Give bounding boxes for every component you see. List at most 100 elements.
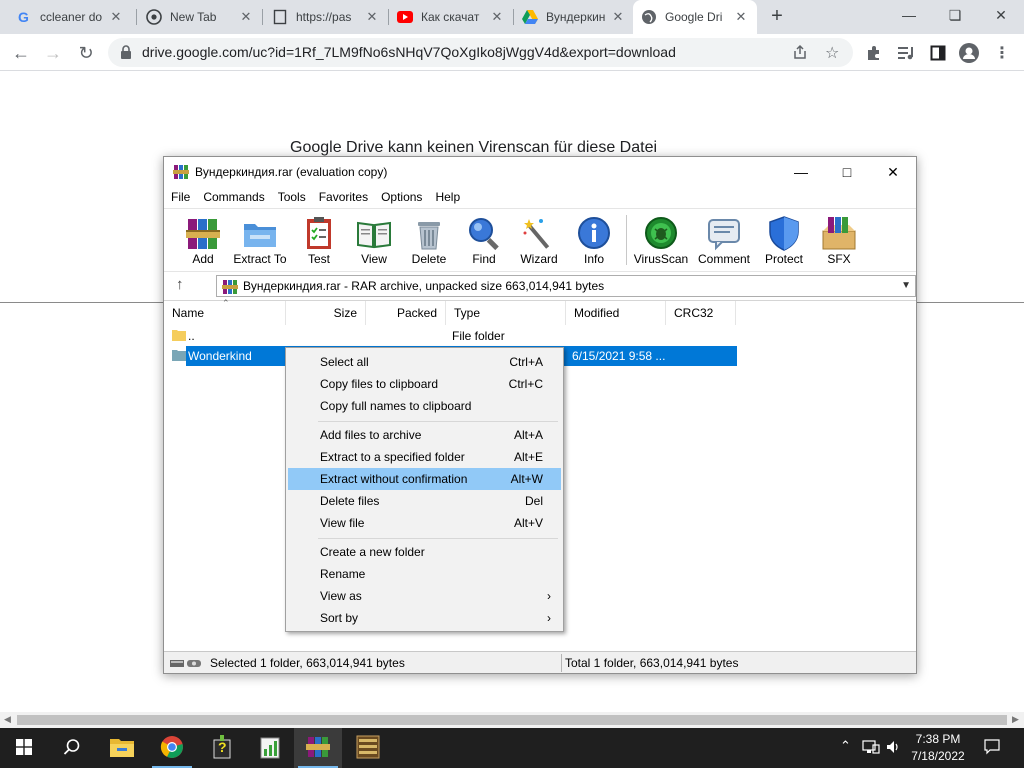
menu-item-select-all[interactable]: Select all Ctrl+A bbox=[288, 351, 561, 373]
virusscan-button[interactable]: VirusScan bbox=[633, 211, 689, 269]
column-header-modified[interactable]: Modified bbox=[566, 301, 666, 325]
menu-item-extract-to-folder[interactable]: Extract to a specified folder Alt+E bbox=[288, 446, 561, 468]
tool-label: Find bbox=[472, 252, 496, 266]
menu-item-delete-files[interactable]: Delete files Del bbox=[288, 490, 561, 512]
close-tab-icon[interactable]: ✕ bbox=[733, 9, 749, 25]
winrar-minimize-icon[interactable]: — bbox=[778, 157, 824, 187]
close-tab-icon[interactable]: ✕ bbox=[108, 9, 124, 25]
new-tab-button[interactable]: + bbox=[766, 6, 788, 28]
taskbar-chrome[interactable] bbox=[148, 728, 196, 768]
browser-tab-3[interactable]: https://pas ✕ bbox=[264, 0, 388, 34]
column-header-size[interactable]: Size bbox=[286, 301, 366, 325]
address-bar[interactable]: drive.google.com/uc?id=1Rf_7LM9fNo6sNHqV… bbox=[108, 38, 853, 67]
close-window-icon[interactable]: ✕ bbox=[978, 0, 1024, 30]
taskbar-app-chart[interactable] bbox=[246, 728, 294, 768]
browser-tab-6-active[interactable]: Google Dri ✕ bbox=[633, 0, 757, 34]
menu-item-add-files[interactable]: Add files to archive Alt+A bbox=[288, 424, 561, 446]
taskbar-file-explorer[interactable] bbox=[98, 728, 146, 768]
column-header-type[interactable]: Type bbox=[446, 301, 566, 325]
close-tab-icon[interactable]: ✕ bbox=[238, 9, 254, 25]
menu-item-rename[interactable]: Rename bbox=[288, 563, 561, 585]
add-button[interactable]: Add bbox=[175, 211, 231, 269]
sfx-button[interactable]: SFX bbox=[811, 211, 867, 269]
test-button[interactable]: Test bbox=[291, 211, 347, 269]
minimize-icon[interactable]: — bbox=[886, 0, 932, 30]
delete-button[interactable]: Delete bbox=[401, 211, 457, 269]
menu-item-extract-without-confirmation[interactable]: Extract without confirmation Alt+W bbox=[288, 468, 561, 490]
winrar-menu-bar: File Commands Tools Favorites Options He… bbox=[164, 187, 916, 207]
reload-icon[interactable]: ↻ bbox=[73, 40, 99, 66]
profile-avatar-icon[interactable] bbox=[959, 43, 979, 63]
clock-date: 7/18/2022 bbox=[911, 749, 965, 763]
toolbar-separator bbox=[626, 215, 627, 265]
menu-favorites[interactable]: Favorites bbox=[312, 187, 374, 207]
bookmark-star-icon[interactable]: ☆ bbox=[825, 43, 839, 63]
back-icon[interactable]: ← bbox=[8, 40, 34, 66]
taskbar-app-help[interactable]: ? bbox=[198, 728, 246, 768]
chevron-up-icon[interactable]: ⌃ bbox=[840, 738, 851, 754]
menu-item-copy-full-names[interactable]: Copy full names to clipboard bbox=[288, 395, 561, 417]
menu-item-label: Copy files to clipboard bbox=[320, 377, 439, 391]
media-queue-icon[interactable] bbox=[897, 43, 917, 63]
menu-file[interactable]: File bbox=[164, 187, 196, 207]
menu-tools[interactable]: Tools bbox=[271, 187, 312, 207]
menu-item-create-folder[interactable]: Create a new folder bbox=[288, 541, 561, 563]
taskbar-winrar[interactable] bbox=[294, 728, 342, 768]
menu-commands[interactable]: Commands bbox=[196, 187, 270, 207]
page-horizontal-scrollbar[interactable]: ◀ ▶ bbox=[0, 712, 1024, 728]
protect-button[interactable]: Protect bbox=[756, 211, 812, 269]
tool-label: Wizard bbox=[520, 252, 558, 266]
chevron-right-icon: › bbox=[547, 611, 551, 625]
row-type: File folder bbox=[452, 329, 505, 343]
extract-to-button[interactable]: Extract To bbox=[232, 211, 288, 269]
page-icon bbox=[272, 9, 288, 25]
menu-item-shortcut: Alt+V bbox=[513, 516, 543, 530]
winrar-close-icon[interactable]: ✕ bbox=[870, 157, 916, 187]
menu-item-view-file[interactable]: View file Alt+V bbox=[288, 512, 561, 534]
extensions-icon[interactable] bbox=[864, 43, 884, 63]
menu-options[interactable]: Options bbox=[374, 187, 428, 207]
start-button[interactable] bbox=[0, 728, 48, 768]
menu-item-shortcut: Del bbox=[524, 494, 543, 508]
network-icon[interactable] bbox=[862, 739, 880, 758]
archive-path-combo[interactable]: Вундеркиндия.rar - RAR archive, unpacked… bbox=[216, 275, 916, 297]
close-tab-icon[interactable]: ✕ bbox=[610, 9, 626, 25]
share-icon[interactable] bbox=[792, 44, 808, 63]
comment-button[interactable]: Comment bbox=[696, 211, 752, 269]
forward-icon[interactable]: → bbox=[40, 40, 66, 66]
scrollbar-thumb[interactable] bbox=[17, 715, 1007, 725]
scroll-left-icon[interactable]: ◀ bbox=[4, 714, 11, 725]
scroll-right-icon[interactable]: ▶ bbox=[1012, 714, 1019, 725]
notification-icon[interactable] bbox=[984, 739, 1000, 758]
browser-tab-5[interactable]: Вундеркин ✕ bbox=[514, 0, 634, 34]
search-button[interactable] bbox=[48, 728, 96, 768]
restore-icon[interactable]: ❏ bbox=[932, 0, 978, 30]
column-header-crc32[interactable]: CRC32 bbox=[666, 301, 736, 325]
winrar-maximize-icon[interactable]: □ bbox=[824, 157, 870, 187]
side-panel-icon[interactable] bbox=[928, 43, 948, 63]
help-app-icon: ? bbox=[211, 734, 233, 762]
system-clock[interactable]: 7:38 PM 7/18/2022 bbox=[898, 731, 978, 765]
up-folder-icon[interactable]: ↑ bbox=[176, 276, 184, 293]
taskbar-app-dos[interactable] bbox=[344, 728, 392, 768]
column-header-packed[interactable]: Packed bbox=[366, 301, 446, 325]
kebab-menu-icon[interactable]: ⋮ bbox=[992, 43, 1012, 63]
table-row-parent[interactable]: .. File folder bbox=[164, 326, 916, 346]
menu-item-copy-files[interactable]: Copy files to clipboard Ctrl+C bbox=[288, 373, 561, 395]
wizard-button[interactable]: Wizard bbox=[511, 211, 567, 269]
browser-tab-1[interactable]: G ccleaner do ✕ bbox=[8, 0, 132, 34]
menu-help[interactable]: Help bbox=[428, 187, 466, 207]
info-button[interactable]: Info bbox=[566, 211, 622, 269]
menu-item-sort-by[interactable]: Sort by › bbox=[288, 607, 561, 629]
menu-item-label: Rename bbox=[320, 567, 366, 581]
browser-tab-2[interactable]: New Tab ✕ bbox=[138, 0, 262, 34]
close-tab-icon[interactable]: ✕ bbox=[364, 9, 380, 25]
chevron-down-icon[interactable]: ▼ bbox=[901, 276, 911, 296]
view-button[interactable]: View bbox=[346, 211, 402, 269]
winrar-title-bar[interactable]: Вундеркиндия.rar (evaluation copy) — □ ✕ bbox=[164, 157, 916, 187]
browser-tab-4[interactable]: Как скачат ✕ bbox=[389, 0, 513, 34]
tool-label: Test bbox=[307, 252, 330, 266]
menu-item-view-as[interactable]: View as › bbox=[288, 585, 561, 607]
find-button[interactable]: Find bbox=[456, 211, 512, 269]
close-tab-icon[interactable]: ✕ bbox=[489, 9, 505, 25]
